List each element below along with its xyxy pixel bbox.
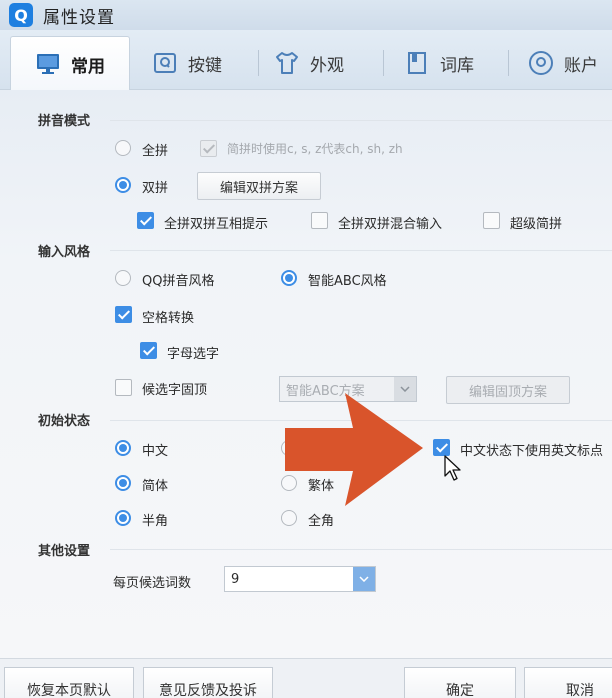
- label-space-convert: 空格转换: [142, 311, 195, 326]
- label-full-width: 全角: [308, 514, 335, 529]
- footer-bar: 恢复本页默认 意见反馈及投诉 确定 取消: [0, 658, 612, 698]
- book-icon: [404, 50, 430, 76]
- label-qq-style: QQ拼音风格: [142, 274, 215, 289]
- section-divider: [110, 250, 612, 251]
- label-english-punct: 中文状态下使用英文标点: [460, 444, 604, 459]
- restore-defaults-button[interactable]: 恢复本页默认: [4, 667, 134, 698]
- radio-double-pinyin[interactable]: [115, 177, 131, 193]
- tab-keys[interactable]: 按键: [152, 36, 222, 90]
- label-full-pinyin: 全拼: [142, 144, 169, 159]
- label-double-pinyin: 双拼: [142, 181, 169, 196]
- radio-simplified[interactable]: [115, 475, 131, 491]
- section-title-pinyin-mode: 拼音模式: [38, 114, 91, 129]
- chevron-down-icon: [353, 567, 375, 591]
- feedback-button[interactable]: 意见反馈及投诉: [143, 667, 273, 698]
- tab-bar: 常用 按键 外观 词库 账户: [0, 30, 612, 91]
- radio-full-pinyin[interactable]: [115, 140, 131, 156]
- title-bar: Q 属性设置: [0, 0, 612, 30]
- candidates-per-page-value: 9: [231, 571, 240, 587]
- label-fix-top: 候选字固顶: [142, 383, 208, 398]
- label-candidates-per-page: 每页候选词数: [113, 576, 192, 591]
- radio-chinese[interactable]: [115, 440, 131, 456]
- section-title-input-style: 输入风格: [38, 245, 91, 260]
- settings-panel: 拼音模式 全拼 简拼时使用c, s, z代表ch, sh, zh 双拼 编辑双拼…: [0, 90, 612, 658]
- radio-abc-style[interactable]: [281, 270, 297, 286]
- checkbox-abbrev-cs-z[interactable]: [200, 140, 217, 157]
- checkbox-letter-select[interactable]: [140, 342, 157, 359]
- label-simplified: 简体: [142, 479, 169, 494]
- section-divider: [110, 549, 612, 550]
- checkbox-space-convert[interactable]: [115, 306, 132, 323]
- tutorial-arrow-icon: [285, 393, 423, 506]
- radio-half-width[interactable]: [115, 510, 131, 526]
- label-letter-select: 字母选字: [167, 347, 220, 362]
- tab-general[interactable]: 常用: [10, 36, 130, 91]
- tab-dictionary-label: 词库: [440, 55, 474, 76]
- tab-appearance[interactable]: 外观: [274, 36, 344, 90]
- label-chinese: 中文: [142, 444, 169, 459]
- window-title: 属性设置: [43, 7, 115, 28]
- label-abbrev-cs-z: 简拼时使用c, s, z代表ch, sh, zh: [227, 142, 403, 156]
- checkbox-mutual-hint[interactable]: [137, 212, 154, 229]
- monitor-icon: [35, 51, 61, 77]
- section-title-initial-state: 初始状态: [38, 414, 91, 429]
- keyboard-key-icon: [152, 50, 178, 76]
- checkbox-english-punct[interactable]: [433, 439, 450, 456]
- tab-separator: [508, 50, 509, 76]
- cancel-button[interactable]: 取消: [524, 667, 612, 698]
- candidates-per-page-select[interactable]: 9: [224, 566, 376, 592]
- checkbox-super-abbrev[interactable]: [483, 212, 500, 229]
- tab-appearance-label: 外观: [310, 55, 344, 76]
- tab-account-label: 账户: [564, 55, 598, 76]
- tab-dictionary[interactable]: 词库: [404, 36, 474, 90]
- label-super-abbrev: 超级简拼: [510, 217, 563, 232]
- checkbox-mixed-input[interactable]: [311, 212, 328, 229]
- qq-pinyin-logo-icon: Q: [9, 3, 33, 27]
- edit-double-pinyin-button[interactable]: 编辑双拼方案: [197, 172, 321, 200]
- tab-keys-label: 按键: [188, 55, 222, 76]
- radio-full-width[interactable]: [281, 510, 297, 526]
- tab-separator: [258, 50, 259, 76]
- section-title-other: 其他设置: [38, 544, 91, 559]
- mouse-cursor-icon: [444, 455, 461, 481]
- tab-general-label: 常用: [71, 56, 105, 77]
- tshirt-icon: [274, 50, 300, 76]
- edit-fix-top-button[interactable]: 编辑固顶方案: [446, 376, 570, 404]
- tab-account[interactable]: 账户: [528, 36, 598, 90]
- label-mutual-hint: 全拼双拼互相提示: [164, 217, 269, 232]
- label-mixed-input: 全拼双拼混合输入: [338, 217, 443, 232]
- checkbox-fix-top[interactable]: [115, 379, 132, 396]
- label-half-width: 半角: [142, 514, 169, 529]
- ok-button[interactable]: 确定: [404, 667, 516, 698]
- label-abc-style: 智能ABC风格: [308, 274, 387, 289]
- radio-qq-style[interactable]: [115, 270, 131, 286]
- section-divider: [110, 120, 612, 121]
- user-icon: [528, 50, 554, 76]
- tab-separator: [383, 50, 384, 76]
